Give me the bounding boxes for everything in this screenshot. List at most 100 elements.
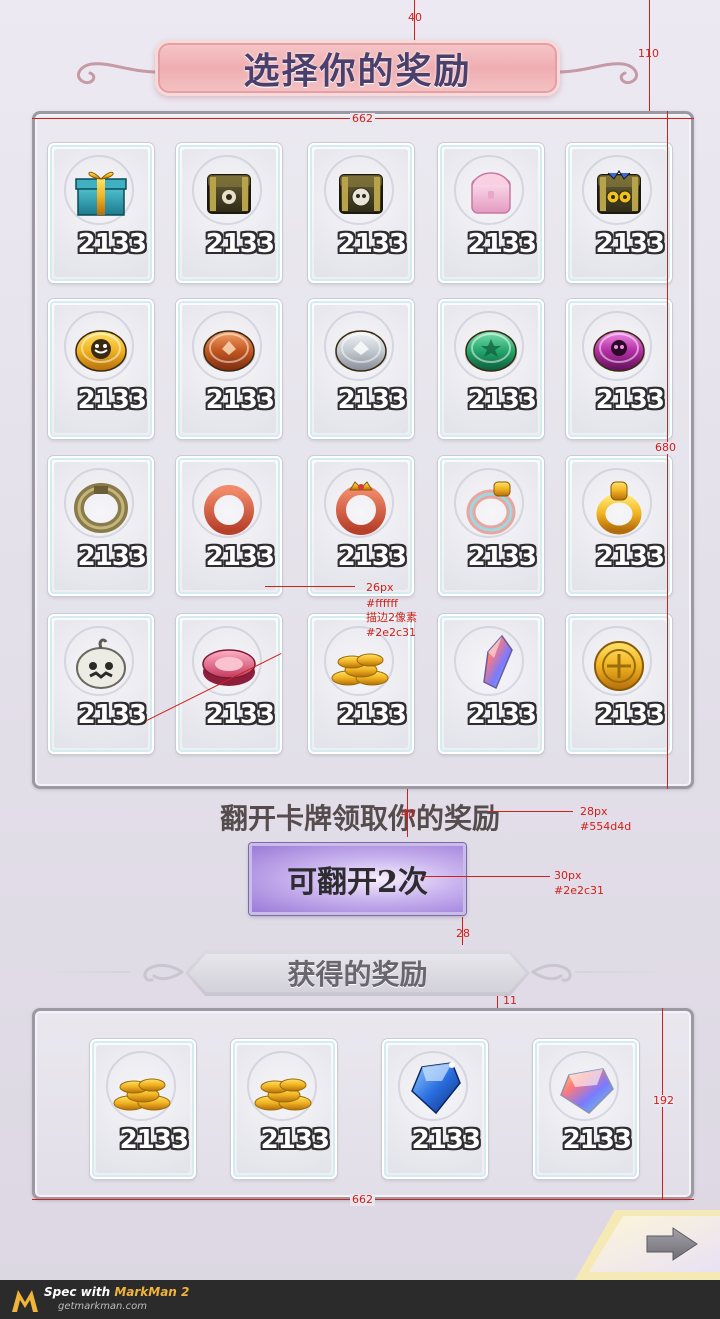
gem-ring-icon xyxy=(458,472,524,538)
divider-right xyxy=(575,971,665,973)
card-count: 2133 xyxy=(77,385,147,415)
crowned-ring-icon xyxy=(328,472,394,538)
reward-card[interactable]: 2133 xyxy=(566,299,672,439)
bird-chest-icon xyxy=(586,159,652,225)
reward-card[interactable]: 2133 xyxy=(48,614,154,754)
reward-card[interactable]: 2133 xyxy=(566,456,672,596)
rainbow-crystal-icon xyxy=(458,630,524,696)
annotation-card-stroke-color: #2e2c31 xyxy=(366,626,417,639)
header-ornament-left xyxy=(143,963,184,982)
annotation-panel-height: 680 xyxy=(655,441,676,454)
annotation-button-color: #2e2c31 xyxy=(554,884,605,897)
card-count: 2133 xyxy=(205,700,275,730)
card-count: 2133 xyxy=(337,542,407,572)
annotation-rewards-height: 192 xyxy=(653,1094,674,1107)
markman-logo-icon xyxy=(12,1290,38,1312)
card-count: 2133 xyxy=(595,385,665,415)
footer-site[interactable]: getmarkman.com xyxy=(58,1301,147,1312)
footer-spec-text: Spec with MarkMan 2 xyxy=(44,1285,189,1299)
annotation-button-font: 30px xyxy=(554,869,582,882)
annotation-card-stroke: 描边2像素 xyxy=(366,611,417,624)
annotation-panel-width: 662 xyxy=(350,112,375,125)
reward-card[interactable]: 2133 xyxy=(48,299,154,439)
card-count: 2133 xyxy=(205,229,275,259)
reward-card[interactable]: 2133 xyxy=(48,456,154,596)
card-count: 2133 xyxy=(562,1125,632,1155)
card-count: 2133 xyxy=(467,385,537,415)
card-count: 2133 xyxy=(77,700,147,730)
bronze-ring-icon xyxy=(68,472,134,538)
reward-card[interactable]: 2133 xyxy=(308,143,414,283)
annotation-prompt-color: #554d4d xyxy=(580,820,632,833)
silver-token-icon xyxy=(328,315,394,381)
annotation-card-font: 26px xyxy=(366,581,394,594)
footer-brand: MarkMan 2 xyxy=(114,1285,190,1299)
reward-card[interactable]: 2133 xyxy=(438,299,544,439)
gold-ring-icon xyxy=(586,472,652,538)
pumpkin-icon xyxy=(68,630,134,696)
reward-card[interactable]: 2133 xyxy=(438,614,544,754)
annotation-prompt-font: 28px xyxy=(580,805,608,818)
reward-card[interactable]: 2133 xyxy=(308,456,414,596)
title-ornament-right xyxy=(555,62,639,85)
reward-card: 2133 xyxy=(231,1039,337,1179)
gold-medal-icon xyxy=(586,630,652,696)
reward-card[interactable]: 2133 xyxy=(438,456,544,596)
flip-chances-label: 可翻开2次 xyxy=(287,865,428,900)
reward-card[interactable]: 2133 xyxy=(566,614,672,754)
reward-card[interactable]: 2133 xyxy=(176,143,282,283)
flip-chances-button[interactable]: 可翻开2次 xyxy=(249,843,466,915)
card-count: 2133 xyxy=(467,700,537,730)
annotation-header-gap: 11 xyxy=(503,994,517,1007)
blue-gem-icon xyxy=(402,1055,468,1121)
obtained-rewards-title: 获得的奖励 xyxy=(287,958,428,991)
reward-card[interactable]: 2133 xyxy=(566,143,672,283)
reward-card: 2133 xyxy=(90,1039,196,1179)
purple-token-icon xyxy=(586,315,652,381)
card-count: 2133 xyxy=(467,542,537,572)
reward-card[interactable]: 2133 xyxy=(176,614,282,754)
next-button[interactable] xyxy=(575,1208,720,1280)
footer-spec-prefix: Spec with xyxy=(44,1285,115,1299)
reward-card[interactable]: 2133 xyxy=(308,299,414,439)
gift-box-icon xyxy=(68,159,134,225)
title-ornament-left xyxy=(76,62,160,85)
annotation-prompt-gap: 48 xyxy=(401,807,415,820)
page-title: 选择你的奖励 xyxy=(243,50,472,92)
reward-card[interactable]: 2133 xyxy=(48,143,154,283)
green-token-icon xyxy=(458,315,524,381)
annotation-panel-top: 110 xyxy=(638,47,659,60)
gold-coins-icon xyxy=(110,1055,176,1121)
annotation-line xyxy=(488,811,573,812)
obtained-rewards-header: 获得的奖励 xyxy=(185,950,530,996)
reward-card[interactable]: 2133 xyxy=(438,143,544,283)
annotation-top-gap: 40 xyxy=(408,11,422,24)
reward-card: 2133 xyxy=(533,1039,639,1179)
card-count: 2133 xyxy=(595,229,665,259)
card-count: 2133 xyxy=(205,542,275,572)
card-count: 2133 xyxy=(337,385,407,415)
diamond-icon xyxy=(553,1055,619,1121)
gold-token-icon xyxy=(68,315,134,381)
markman-footer: Spec with MarkMan 2 getmarkman.com xyxy=(0,1280,720,1319)
reward-card[interactable]: 2133 xyxy=(176,299,282,439)
annotation-button-gap: 28 xyxy=(456,927,470,940)
card-count: 2133 xyxy=(467,229,537,259)
card-count: 2133 xyxy=(411,1125,481,1155)
card-count: 2133 xyxy=(337,229,407,259)
card-count: 2133 xyxy=(77,229,147,259)
card-count: 2133 xyxy=(205,385,275,415)
dark-chest-icon xyxy=(196,159,262,225)
gold-coins-icon xyxy=(328,630,394,696)
annotation-card-color: #ffffff xyxy=(366,597,398,610)
pink-coin-icon xyxy=(196,630,262,696)
card-count: 2133 xyxy=(260,1125,330,1155)
reward-card[interactable]: 2133 xyxy=(176,456,282,596)
annotation-line xyxy=(422,876,550,877)
card-count: 2133 xyxy=(119,1125,189,1155)
annotation-line xyxy=(265,586,355,587)
header-ornament-right xyxy=(531,963,572,982)
card-count: 2133 xyxy=(595,700,665,730)
reward-card: 2133 xyxy=(382,1039,488,1179)
gold-coins-icon xyxy=(251,1055,317,1121)
